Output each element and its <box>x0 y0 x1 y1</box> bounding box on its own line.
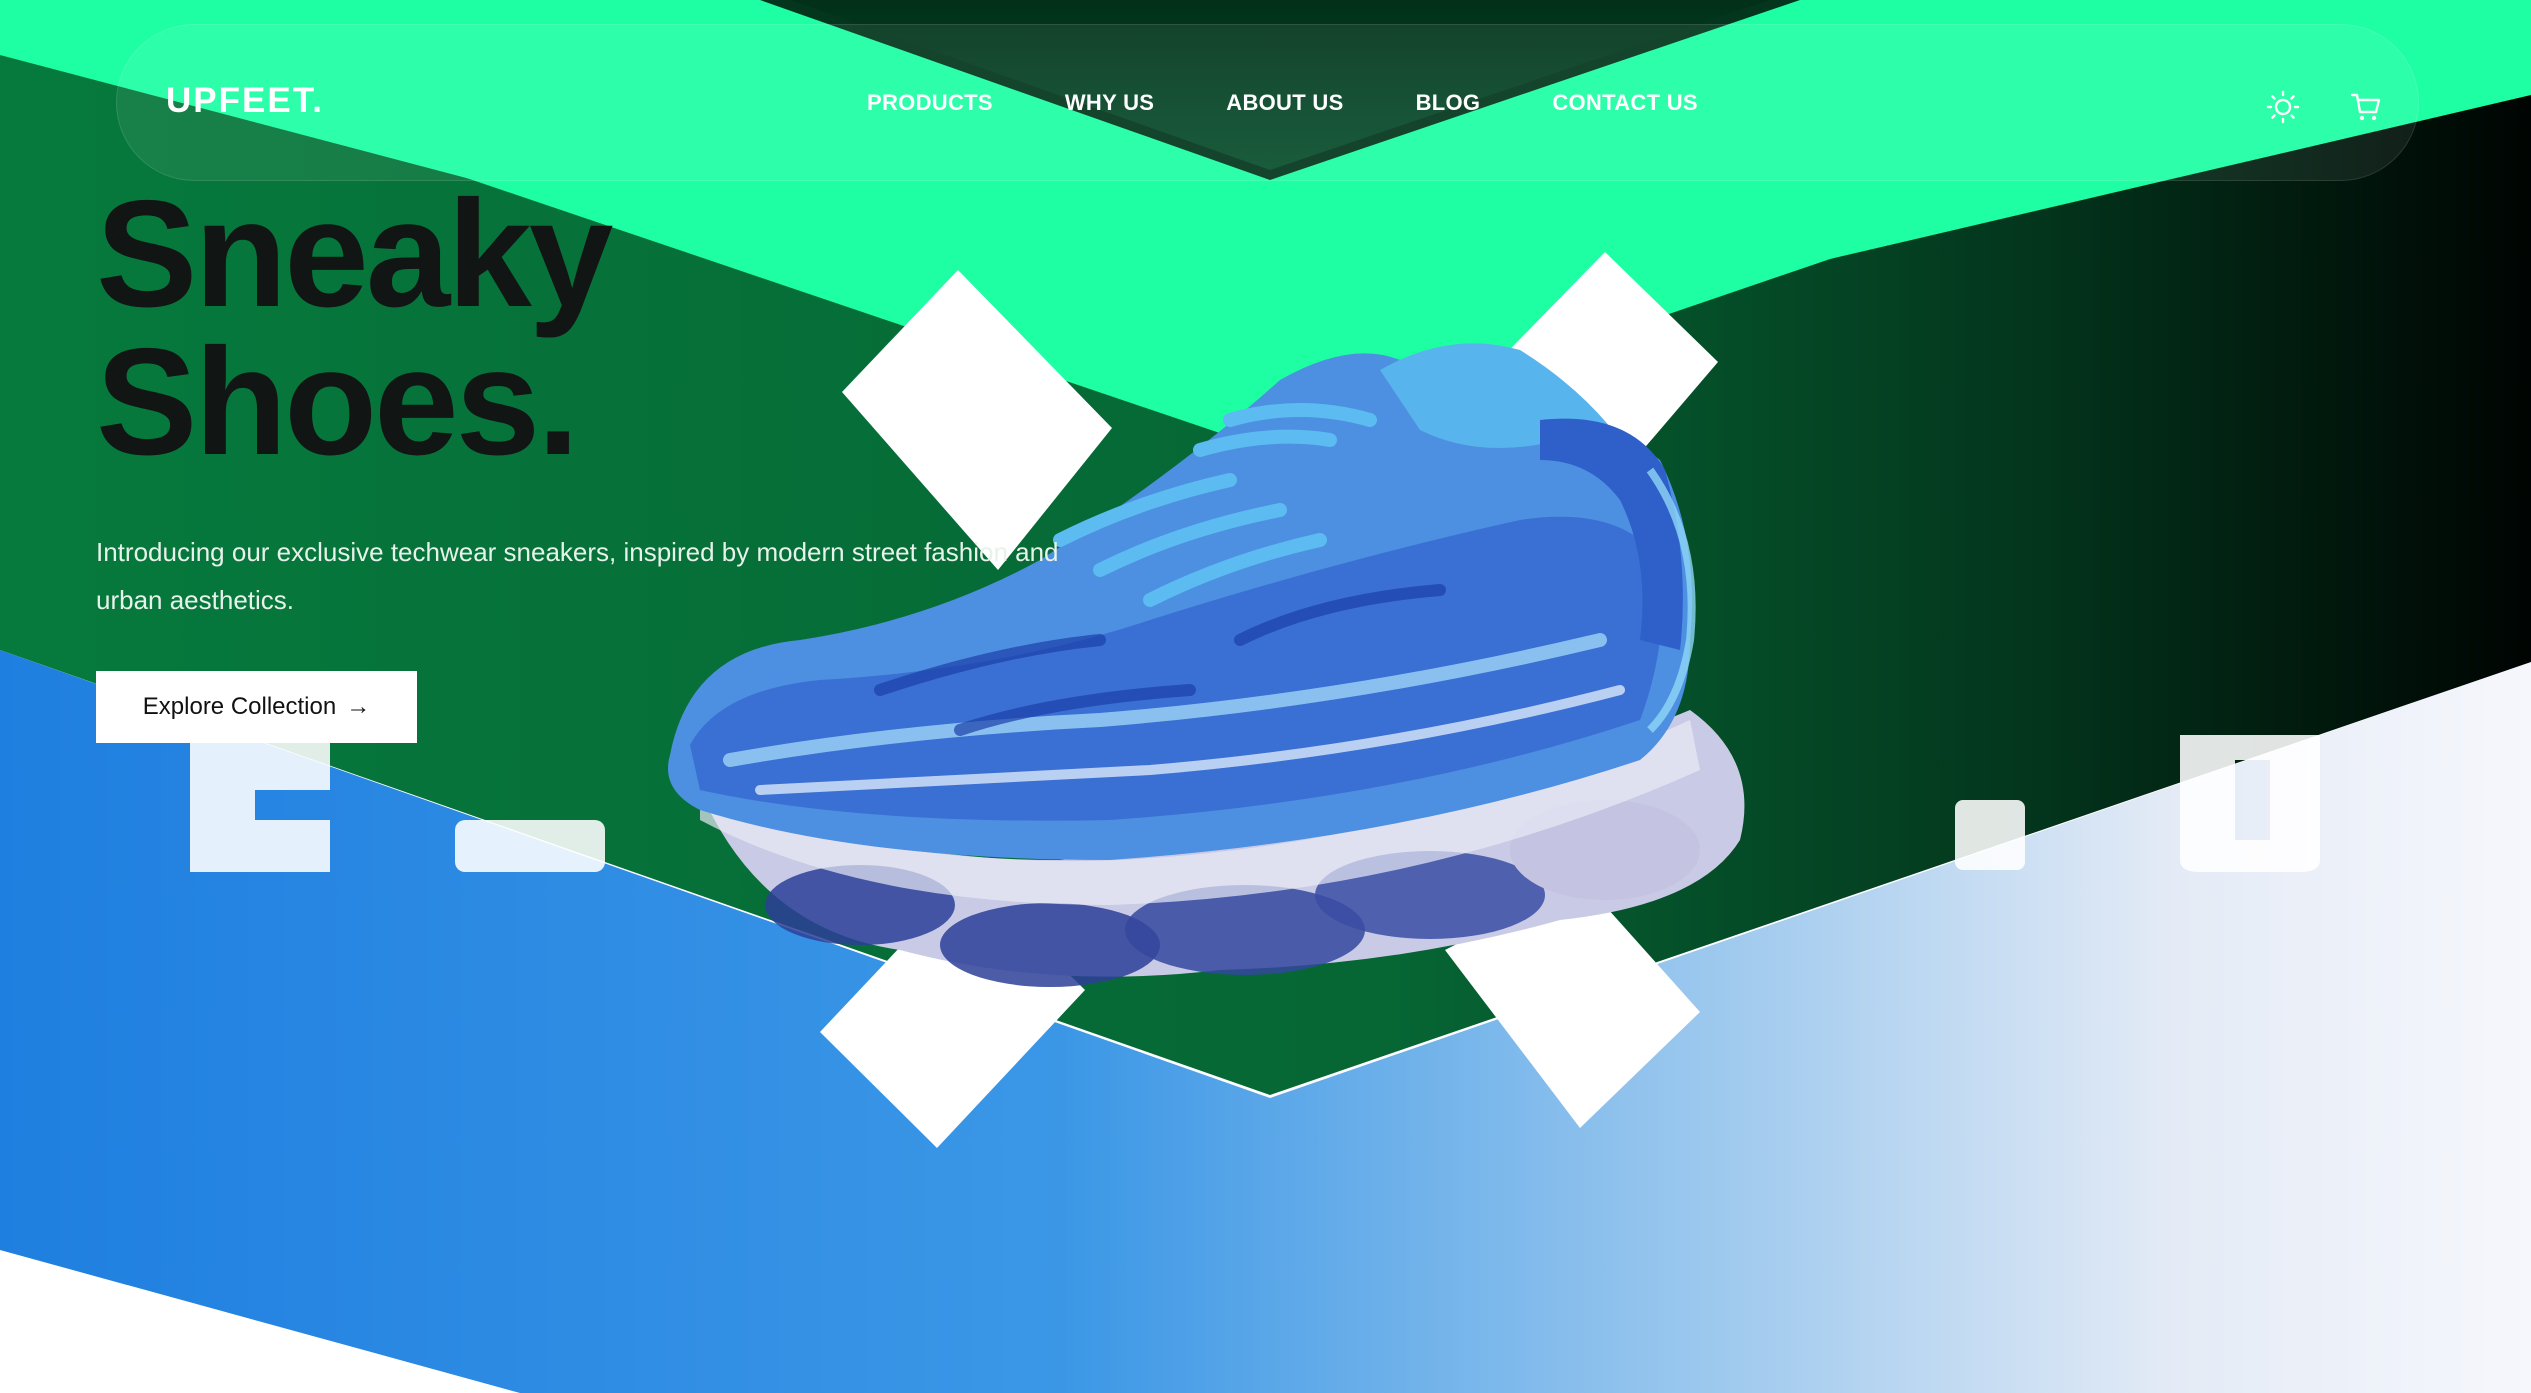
hero-title-line-2: Shoes. <box>96 317 579 487</box>
explore-collection-label: Explore Collection <box>142 693 337 720</box>
brand-logo[interactable]: UPFEET. <box>166 81 324 121</box>
top-navbar: UPFEET. PRODUCTS WHY US ABOUT US BLOG CO… <box>116 24 2419 181</box>
hero-title: Sneaky Shoes. <box>96 169 613 487</box>
arrow-right-icon: → <box>346 693 371 720</box>
hero-description: Introducing our exclusive techwear sneak… <box>96 537 1059 615</box>
nav-link-why-us[interactable]: WHY US <box>1065 90 1154 116</box>
hero-section: Sneaky Shoes. Introducing our exclusive … <box>0 0 2531 1393</box>
hero-title-line-1: Sneaky <box>96 169 613 339</box>
nav-link-products[interactable]: PRODUCTS <box>867 90 993 116</box>
cart-icon <box>2350 93 2381 121</box>
nav-link-contact-us[interactable]: CONTACT US <box>1552 90 1698 116</box>
nav-link-blog[interactable]: BLOG <box>1416 90 1481 116</box>
theme-toggle-button[interactable] <box>2259 83 2307 131</box>
sun-icon <box>2266 90 2300 124</box>
cart-button[interactable] <box>2342 83 2390 131</box>
explore-collection-button[interactable]: Explore Collection → <box>96 671 417 743</box>
nav-link-about-us[interactable]: ABOUT US <box>1226 90 1343 116</box>
nav-menu: PRODUCTS WHY US ABOUT US BLOG CONTACT US <box>867 87 1698 119</box>
